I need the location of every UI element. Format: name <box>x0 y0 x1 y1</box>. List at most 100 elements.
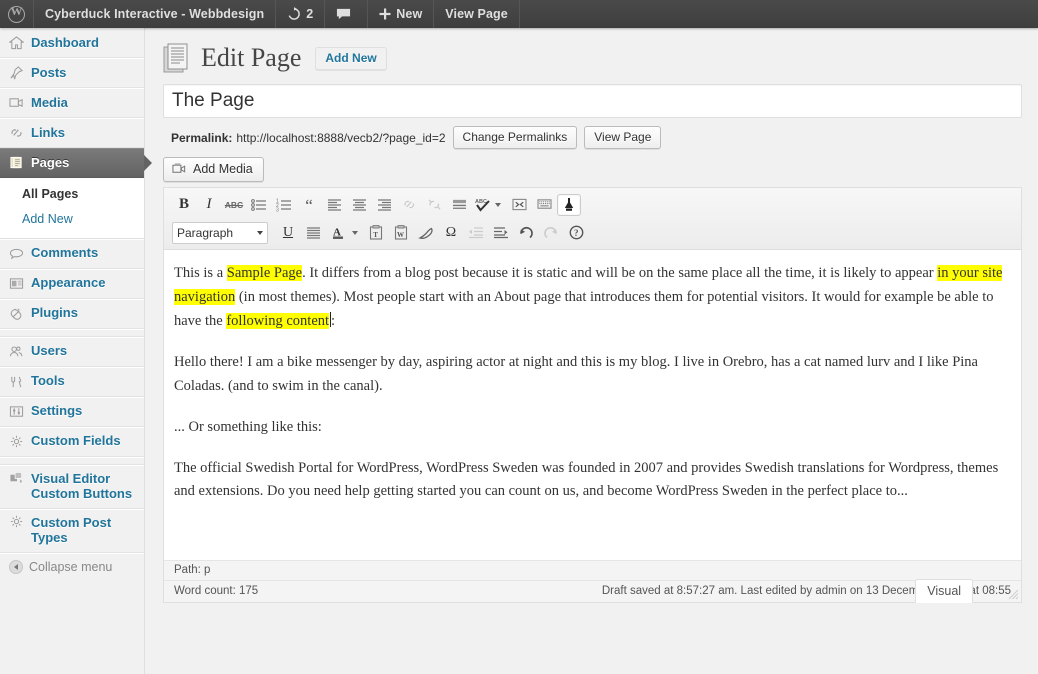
comments-button[interactable] <box>325 0 368 28</box>
insert-more-tag-icon[interactable] <box>447 194 471 216</box>
editor-paragraph-2: Hello there! I am a bike messenger by da… <box>174 351 1011 399</box>
sidebar-item-media[interactable]: Media <box>0 88 144 118</box>
collapse-arrow-icon <box>9 560 29 574</box>
help-icon[interactable]: ? <box>564 222 588 244</box>
outdent-icon[interactable] <box>464 222 488 244</box>
svg-text:?: ? <box>574 228 579 238</box>
underline-icon[interactable]: U <box>276 222 300 244</box>
menu-separator <box>0 329 144 337</box>
change-permalinks-button[interactable]: Change Permalinks <box>453 126 578 149</box>
page-title-input[interactable] <box>163 84 1022 118</box>
spellcheck-icon[interactable]: ABC <box>472 194 493 216</box>
editor-wrapper: Add Media Visual Text B I ABC <box>163 157 1022 603</box>
add-new-button[interactable]: Add New <box>315 47 386 70</box>
new-content-button[interactable]: New <box>368 0 434 28</box>
sidebar-item-comments[interactable]: Comments <box>0 239 144 269</box>
editor-top-bar: Add Media Visual Text <box>163 157 1022 182</box>
view-page-label: View Page <box>445 7 508 21</box>
resize-grip-icon[interactable] <box>1007 588 1019 600</box>
svg-text:W: W <box>397 231 404 239</box>
tab-visual[interactable]: Visual <box>915 579 973 603</box>
align-center-icon[interactable] <box>347 194 371 216</box>
undo-icon[interactable] <box>514 222 538 244</box>
sidebar-item-dashboard[interactable]: Dashboard <box>0 28 144 58</box>
unordered-list-icon[interactable] <box>247 194 271 216</box>
editor-content-area[interactable]: This is a Sample Page. It differs from a… <box>164 250 1021 560</box>
editor-paragraph-1: This is a Sample Page. It differs from a… <box>174 262 1011 334</box>
p1-seg1: This is a <box>174 265 227 281</box>
visual-editor-buttons-icon <box>9 471 29 485</box>
italic-icon[interactable]: I <box>197 194 221 216</box>
p1-seg2: . It differs from a blog post because it… <box>302 265 937 281</box>
posts-pin-icon <box>9 66 29 80</box>
sidebar-label: Plugins <box>29 306 78 321</box>
redo-icon[interactable] <box>539 222 563 244</box>
insert-link-icon[interactable] <box>397 194 421 216</box>
updates-count: 2 <box>306 7 313 21</box>
admin-sidebar-menu: Dashboard Posts Media Links <box>0 28 145 674</box>
sidebar-item-custom-post-types[interactable]: Custom Post Types <box>0 509 144 553</box>
collapse-menu-label: Collapse menu <box>29 560 112 574</box>
sidebar-item-settings[interactable]: Settings <box>0 397 144 427</box>
strikethrough-icon[interactable]: ABC <box>222 194 246 216</box>
wp-logo-button[interactable] <box>0 0 34 28</box>
ordered-list-icon[interactable]: 123 <box>272 194 296 216</box>
admin-bar-spacer <box>520 0 1038 28</box>
fullscreen-icon[interactable] <box>507 194 531 216</box>
permalink-label: Permalink: <box>171 131 232 145</box>
sidebar-item-add-new-page[interactable]: Add New <box>0 207 144 232</box>
p1-seg4: : <box>331 313 335 329</box>
sidebar-label: Custom Fields <box>29 434 121 449</box>
pages-submenu: All Pages Add New <box>0 178 144 239</box>
text-color-icon[interactable]: A <box>326 222 350 244</box>
page-wrap: Dashboard Posts Media Links <box>0 28 1038 674</box>
site-name-button[interactable]: Cyberduck Interactive - Webbdesign <box>34 0 276 28</box>
paste-from-word-icon[interactable]: W <box>389 222 413 244</box>
format-select[interactable]: Paragraph <box>172 222 268 244</box>
bold-icon[interactable]: B <box>172 194 196 216</box>
sidebar-label: Tools <box>29 374 65 389</box>
links-chain-icon <box>9 126 29 140</box>
blockquote-icon[interactable]: “ <box>297 194 321 216</box>
appearance-layout-icon <box>9 277 29 291</box>
highlighter-marker-icon[interactable] <box>557 194 581 216</box>
svg-text:T: T <box>373 231 378 239</box>
add-media-icon <box>172 162 187 176</box>
add-media-button[interactable]: Add Media <box>163 157 264 182</box>
unlink-icon[interactable] <box>422 194 446 216</box>
remove-formatting-icon[interactable] <box>414 222 438 244</box>
collapse-menu-button[interactable]: Collapse menu <box>0 553 144 581</box>
view-page-adminbar-button[interactable]: View Page <box>434 0 520 28</box>
sidebar-label: Visual Editor Custom Buttons <box>29 472 144 502</box>
sidebar-item-custom-fields[interactable]: Custom Fields <box>0 427 144 457</box>
view-page-button[interactable]: View Page <box>584 126 661 149</box>
align-justify-icon[interactable] <box>301 222 325 244</box>
align-right-icon[interactable] <box>372 194 396 216</box>
kitchen-sink-icon[interactable] <box>532 194 556 216</box>
sidebar-item-visual-editor-custom-buttons[interactable]: Visual Editor Custom Buttons <box>0 465 144 509</box>
sidebar-item-all-pages[interactable]: All Pages <box>0 182 144 207</box>
toolbar-row-1: B I ABC 123 “ <box>172 191 1015 218</box>
editor-paragraph-3: ... Or something like this: <box>174 416 1011 440</box>
text-color-dropdown-icon[interactable] <box>352 231 358 235</box>
indent-icon[interactable] <box>489 222 513 244</box>
spellcheck-dropdown-icon[interactable] <box>495 203 501 207</box>
sidebar-item-links[interactable]: Links <box>0 118 144 148</box>
paste-as-text-icon[interactable]: T <box>364 222 388 244</box>
sidebar-label: Comments <box>29 246 98 261</box>
sidebar-item-users[interactable]: Users <box>0 337 144 367</box>
special-character-icon[interactable]: Ω <box>439 222 463 244</box>
sidebar-item-tools[interactable]: Tools <box>0 367 144 397</box>
submenu-label: Add New <box>22 212 73 226</box>
sidebar-item-plugins[interactable]: Plugins <box>0 299 144 329</box>
site-title: Cyberduck Interactive - Webbdesign <box>45 7 264 21</box>
pages-document-icon <box>9 156 29 170</box>
plus-icon <box>379 8 391 20</box>
chevron-down-icon <box>257 231 263 235</box>
editor-box: B I ABC 123 “ <box>163 187 1022 603</box>
updates-button[interactable]: 2 <box>276 0 325 28</box>
sidebar-item-posts[interactable]: Posts <box>0 58 144 88</box>
sidebar-item-pages[interactable]: Pages <box>0 148 144 178</box>
align-left-icon[interactable] <box>322 194 346 216</box>
sidebar-item-appearance[interactable]: Appearance <box>0 269 144 299</box>
